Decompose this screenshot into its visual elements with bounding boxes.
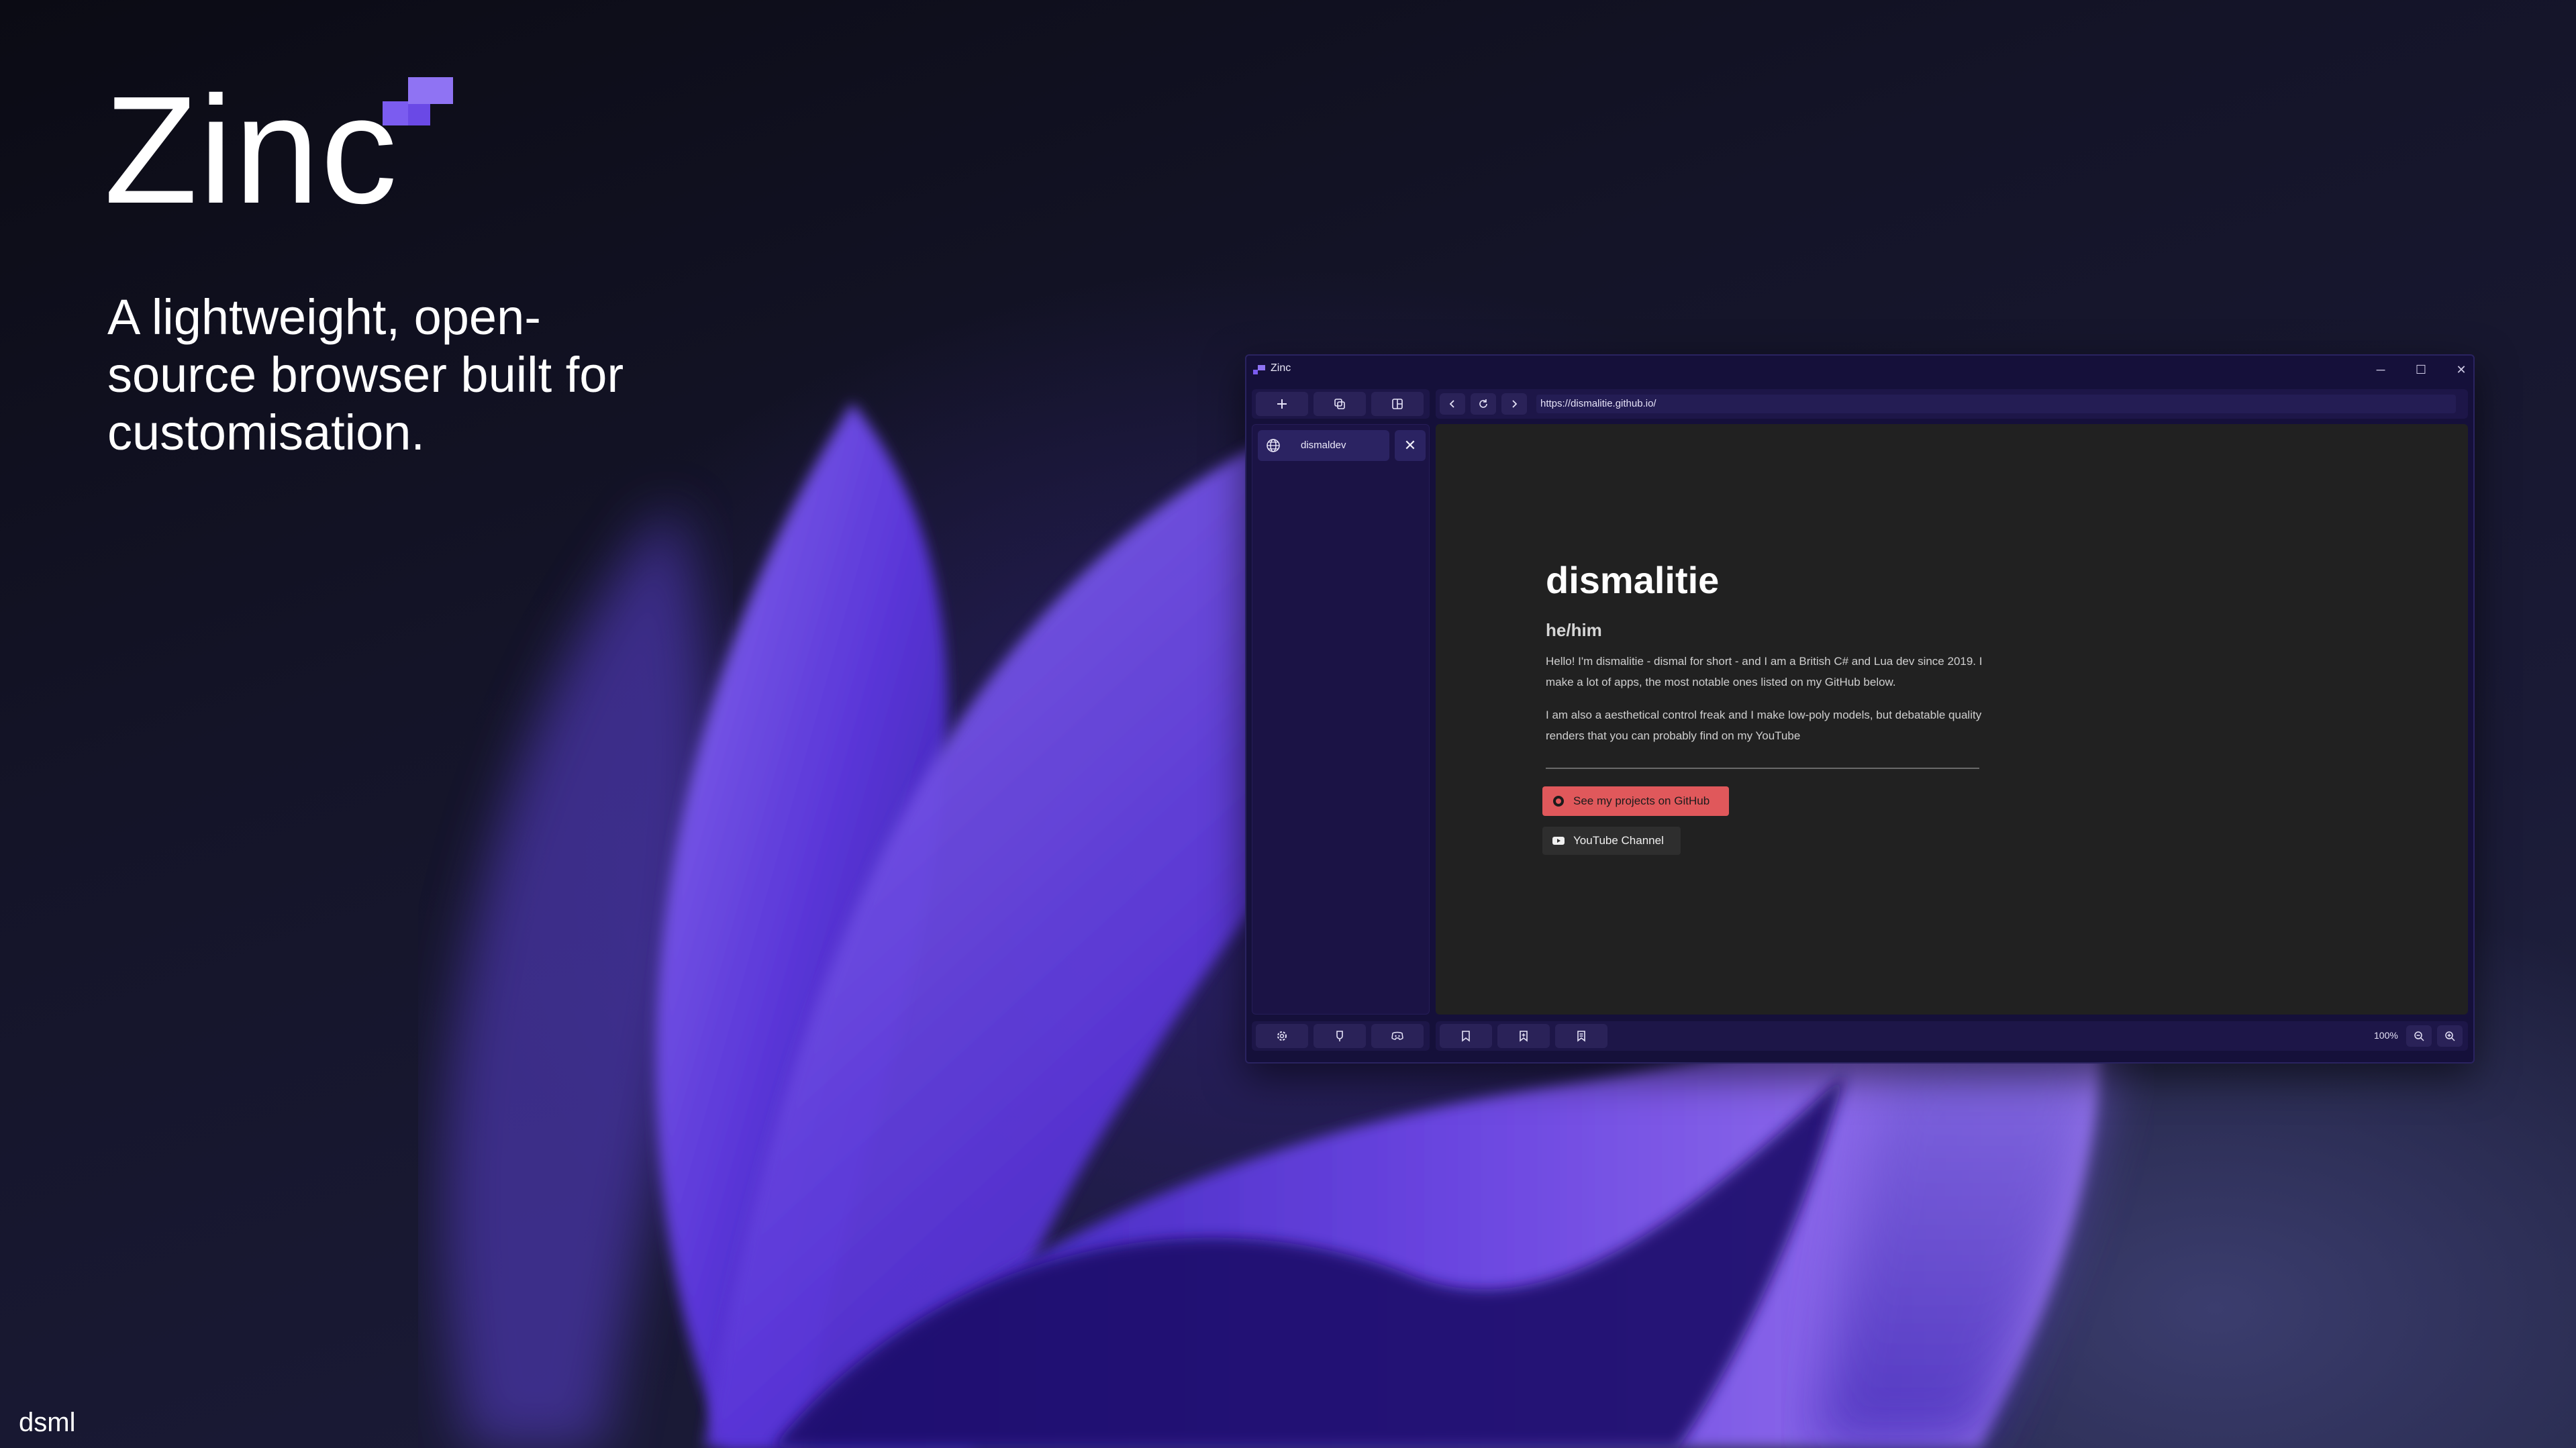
divider — [1546, 768, 1979, 769]
settings-button[interactable] — [1256, 1024, 1308, 1048]
tab-label: dismaldev — [1301, 439, 1346, 451]
app-logo-icon — [1253, 365, 1265, 374]
title-bar[interactable]: Zinc ─ ☐ ✕ — [1246, 356, 2473, 384]
duplicate-tab-button[interactable] — [1314, 392, 1366, 416]
zoom-level: 100% — [2374, 1030, 2398, 1041]
new-tab-button[interactable] — [1256, 392, 1308, 416]
bookmark-add-icon — [1520, 1031, 1528, 1042]
second-paragraph: I am also a aesthetical control freak an… — [1546, 709, 1982, 742]
plus-icon — [1277, 399, 1287, 409]
intro-paragraph: Hello! I'm dismalitie - dismal for short… — [1546, 655, 1983, 688]
zoom-out-button[interactable] — [2406, 1025, 2432, 1047]
github-projects-button[interactable]: See my projects on GitHub — [1542, 786, 1729, 816]
bottom-toolbar: 100% — [1436, 1021, 2468, 1051]
browser-window: Zinc ─ ☐ ✕ https://dismalitie.github.io/ — [1245, 354, 2475, 1064]
minimize-button[interactable]: ─ — [2366, 360, 2395, 380]
address-bar[interactable]: https://dismalitie.github.io/ — [1536, 395, 2456, 413]
page-title: dismalitie — [1546, 559, 1720, 601]
bookmarks-list-button[interactable] — [1555, 1024, 1607, 1048]
github-icon — [1553, 796, 1564, 807]
zoom-in-button[interactable] — [2437, 1025, 2463, 1047]
bottom-toolbar-left — [1252, 1021, 1430, 1051]
web-content: dismalitie he/him Hello! I'm dismalitie … — [1436, 424, 2468, 1015]
youtube-channel-button[interactable]: YouTube Channel — [1542, 827, 1681, 855]
youtube-icon — [1552, 837, 1565, 845]
tab-sidebar: dismaldev ✕ — [1252, 424, 1430, 1015]
window-title: Zinc — [1271, 362, 1291, 374]
discord-button[interactable] — [1371, 1024, 1424, 1048]
bookmark-icon — [1462, 1031, 1470, 1042]
chevron-left-icon — [1449, 400, 1454, 408]
back-button[interactable] — [1440, 393, 1465, 415]
author-credit: dsml — [19, 1408, 76, 1437]
navigation-bar: https://dismalitie.github.io/ — [1436, 389, 2468, 419]
split-view-button[interactable] — [1371, 392, 1424, 416]
zoom-out-icon — [2414, 1031, 2424, 1041]
close-tab-button[interactable]: ✕ — [1395, 430, 1426, 461]
github-icon — [1336, 1031, 1343, 1041]
zoom-in-icon — [2445, 1031, 2455, 1041]
bookmarks-list-icon — [1577, 1031, 1585, 1042]
hero-wordmark: Zinc — [104, 65, 399, 236]
add-bookmark-button[interactable] — [1497, 1024, 1550, 1048]
globe-icon — [1267, 439, 1280, 452]
youtube-button-label: YouTube Channel — [1573, 834, 1664, 847]
tab-toolbar — [1252, 389, 1430, 419]
tagline: A lightweight, open-source browser built… — [107, 289, 624, 460]
bookmark-button[interactable] — [1440, 1024, 1492, 1048]
gear-icon — [1277, 1031, 1287, 1041]
forward-button[interactable] — [1501, 393, 1527, 415]
page-pronouns: he/him — [1546, 620, 1602, 640]
split-view-icon — [1392, 399, 1403, 409]
duplicate-icon — [1334, 399, 1345, 409]
close-window-button[interactable]: ✕ — [2446, 360, 2476, 380]
chevron-right-icon — [1512, 400, 1518, 408]
reload-button[interactable] — [1471, 393, 1496, 415]
zinc-logo-icon — [383, 77, 453, 125]
discord-icon — [1391, 1031, 1403, 1040]
github-button[interactable] — [1314, 1024, 1366, 1048]
github-button-label: See my projects on GitHub — [1573, 794, 1710, 807]
maximize-button[interactable]: ☐ — [2406, 360, 2436, 380]
reload-icon — [1479, 399, 1487, 408]
tab-dismaldev[interactable]: dismaldev — [1258, 430, 1389, 461]
